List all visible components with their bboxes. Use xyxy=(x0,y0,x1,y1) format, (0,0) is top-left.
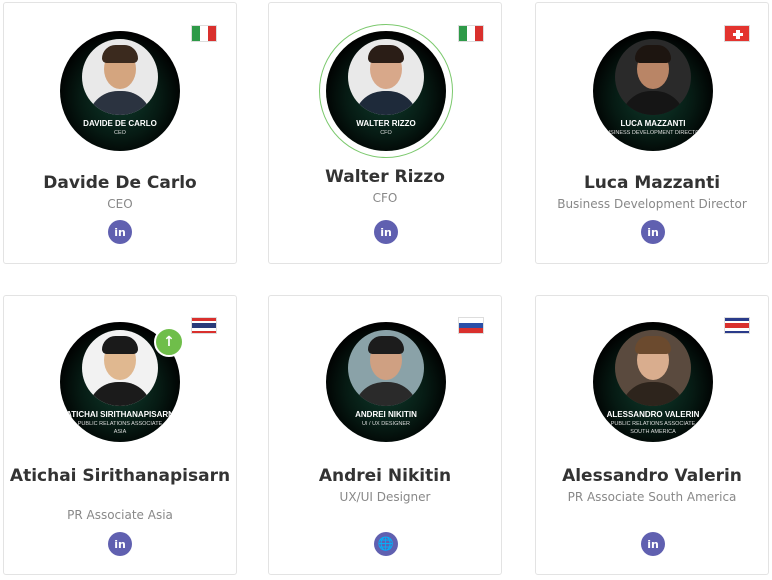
flag-thailand-icon xyxy=(191,317,217,334)
linkedin-icon[interactable]: in xyxy=(374,220,398,244)
team-card-luca: LUCA MAZZANTI BUSINESS DEVELOPMENT DIREC… xyxy=(535,2,769,264)
flag-italy-icon xyxy=(191,25,217,42)
team-card-alessandro: ALESSANDRO VALERIN PUBLIC RELATIONS ASSO… xyxy=(535,295,769,575)
badge-role-region: ASIA xyxy=(113,429,127,435)
member-role: UX/UI Designer xyxy=(339,490,431,504)
flag-costa-rica-icon xyxy=(724,317,750,334)
avatar: ANDREI NIKITIN UI / UX DESIGNER xyxy=(326,322,446,442)
badge-name: WALTER RIZZO xyxy=(356,119,416,128)
globe-icon[interactable]: 🌐 xyxy=(374,532,398,556)
badge-name: LUCA MAZZANTI xyxy=(620,119,686,128)
linkedin-icon[interactable]: in xyxy=(108,532,132,556)
badge-name: ALESSANDRO VALERIN xyxy=(606,410,700,419)
team-card-walter: WALTER RIZZO CFO Walter Rizzo CFO in xyxy=(268,2,502,264)
flag-italy-icon xyxy=(458,25,484,42)
flag-switzerland-icon xyxy=(724,25,750,42)
member-role: CEO xyxy=(107,197,133,211)
badge-name: ATICHAI SIRITHANAPISARN xyxy=(66,410,174,419)
team-card-atichai: ATICHAI SIRITHANAPISARN PUBLIC RELATIONS… xyxy=(3,295,237,575)
badge-role: CFO xyxy=(380,130,392,136)
arrow-up-icon[interactable]: ↑ xyxy=(154,327,184,357)
member-role: CFO xyxy=(372,191,398,205)
badge-name: ANDREI NIKITIN xyxy=(355,410,417,419)
profile-photo xyxy=(82,330,158,406)
profile-photo xyxy=(82,39,158,115)
team-card-andrei: ANDREI NIKITIN UI / UX DESIGNER Andrei N… xyxy=(268,295,502,575)
badge-role-region: SOUTH AMERICA xyxy=(630,429,676,435)
team-card-davide: DAVIDE DE CARLO CEO Davide De Carlo CEO … xyxy=(3,2,237,264)
avatar: LUCA MAZZANTI BUSINESS DEVELOPMENT DIREC… xyxy=(593,31,713,151)
profile-photo xyxy=(615,39,691,115)
profile-photo xyxy=(348,39,424,115)
profile-photo xyxy=(615,330,691,406)
badge-role: PUBLIC RELATIONS ASSOCIATE xyxy=(77,421,163,427)
member-role: Business Development Director xyxy=(557,197,747,211)
member-role: PR Associate Asia xyxy=(67,508,173,522)
linkedin-icon[interactable]: in xyxy=(108,220,132,244)
badge-role: BUSINESS DEVELOPMENT DIRECTOR xyxy=(602,130,704,136)
member-role: PR Associate South America xyxy=(567,490,737,504)
member-name: Luca Mazzanti xyxy=(583,173,721,193)
linkedin-icon[interactable]: in xyxy=(641,532,665,556)
member-name: Andrei Nikitin xyxy=(318,466,452,486)
avatar: ALESSANDRO VALERIN PUBLIC RELATIONS ASSO… xyxy=(593,322,713,442)
member-name: Davide De Carlo xyxy=(43,173,197,193)
member-name: Alessandro Valerin xyxy=(562,466,742,486)
badge-role: PUBLIC RELATIONS ASSOCIATE xyxy=(610,421,696,427)
member-name: Walter Rizzo xyxy=(325,167,445,187)
avatar: DAVIDE DE CARLO CEO xyxy=(60,31,180,151)
profile-photo xyxy=(348,330,424,406)
badge-role: CEO xyxy=(114,130,126,136)
badge-role: UI / UX DESIGNER xyxy=(362,421,410,427)
member-name: Atichai Sirithanapisarn xyxy=(9,466,231,486)
avatar: WALTER RIZZO CFO xyxy=(326,31,446,151)
flag-russia-icon xyxy=(458,317,484,334)
badge-name: DAVIDE DE CARLO xyxy=(83,119,157,128)
linkedin-icon[interactable]: in xyxy=(641,220,665,244)
